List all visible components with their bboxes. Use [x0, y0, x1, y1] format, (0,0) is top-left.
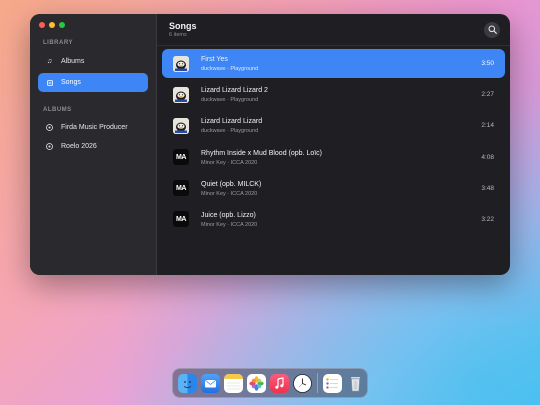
sidebar: LIBRARY ♫ Albums Songs ALBUMS Firda Musi…: [30, 14, 157, 275]
song-list: First Yes duckwave · Playground 3:50 Liz…: [162, 49, 505, 236]
finder-icon[interactable]: [178, 373, 197, 393]
sidebar-item-album-roelo[interactable]: Roelo 2026: [38, 137, 148, 156]
song-artist-album: duckwave · Playground: [201, 66, 259, 72]
song-duration: 2:27: [481, 91, 494, 99]
library-heading: LIBRARY: [43, 40, 73, 46]
header-divider: [157, 45, 510, 46]
window-controls: [39, 22, 65, 28]
song-duration: 3:48: [481, 184, 494, 192]
duck-album-art: [173, 55, 189, 72]
dock: [172, 368, 368, 398]
duck-album-art: [173, 86, 189, 103]
minimize-button[interactable]: [49, 22, 55, 28]
sidebar-item-album-firda[interactable]: Firda Music Producer: [38, 118, 148, 137]
ma-album-art: MA: [173, 180, 189, 197]
disc-icon: [45, 124, 54, 131]
sidebar-item-label: Firda Music Producer: [61, 124, 128, 131]
song-duration: 3:50: [481, 60, 494, 67]
disc-icon: [45, 143, 54, 150]
music-icon[interactable]: [270, 373, 289, 393]
song-artist-album: duckwave · Playground: [201, 97, 259, 104]
song-title: First Yes: [201, 56, 228, 63]
song-list-icon: [45, 79, 54, 86]
song-row[interactable]: MA Juice (opb. Lizzo) Minor Key · ICCA 2…: [162, 205, 505, 234]
item-count: 6 items: [169, 32, 187, 38]
notes-icon[interactable]: [224, 373, 243, 393]
search-icon: [488, 21, 497, 39]
photos-icon[interactable]: [247, 373, 266, 393]
song-row[interactable]: Lizard Lizard Lizard 2 duckwave · Playgr…: [162, 80, 505, 109]
sidebar-item-label: Albums: [61, 58, 85, 65]
song-title: Lizard Lizard Lizard 2: [201, 87, 268, 95]
dock-separator: [317, 373, 318, 393]
song-artist-album: Minor Key · ICCA 2020: [201, 159, 258, 166]
song-duration: 3:22: [481, 215, 494, 223]
song-row[interactable]: MA Quiet (opb. MILCK) Minor Key · ICCA 2…: [162, 174, 505, 203]
page-title: Songs: [169, 21, 197, 31]
sidebar-item-songs[interactable]: Songs: [38, 73, 148, 92]
music-app-window: LIBRARY ♫ Albums Songs ALBUMS Firda Musi…: [30, 14, 510, 275]
search-button[interactable]: [484, 22, 500, 38]
song-title: Juice (opb. Lizzo): [201, 211, 256, 219]
clock-icon[interactable]: [293, 373, 312, 393]
song-title: Quiet (opb. MILCK): [201, 180, 262, 188]
albums-heading: ALBUMS: [43, 107, 72, 113]
song-row[interactable]: First Yes duckwave · Playground 3:50: [162, 49, 505, 78]
song-title: Rhythm Inside x Mud Blood (opb. Loïc): [201, 149, 323, 157]
main-pane: Songs 6 items First Yes duckwave · Playg…: [157, 14, 510, 275]
song-artist-album: duckwave · Playground: [201, 128, 259, 135]
song-row[interactable]: Lizard Lizard Lizard duckwave · Playgrou…: [162, 111, 505, 140]
song-duration: 4:08: [481, 153, 494, 161]
trash-icon[interactable]: [346, 374, 365, 393]
music-note-icon: ♫: [46, 58, 53, 65]
mail-icon[interactable]: [201, 373, 220, 393]
sidebar-item-albums[interactable]: ♫ Albums: [38, 52, 148, 71]
song-artist-album: Minor Key · ICCA 2020: [201, 221, 258, 228]
zoom-button[interactable]: [59, 22, 65, 28]
ma-album-art: MA: [173, 211, 189, 228]
song-row[interactable]: MA Rhythm Inside x Mud Blood (opb. Loïc)…: [162, 143, 505, 172]
song-title: Lizard Lizard Lizard: [201, 118, 263, 126]
sidebar-item-label: Songs: [61, 79, 81, 86]
close-button[interactable]: [39, 22, 45, 28]
song-duration: 2:14: [481, 122, 494, 130]
song-artist-album: Minor Key · ICCA 2020: [201, 190, 258, 197]
duck-album-art: [173, 117, 189, 134]
reminders-icon[interactable]: [323, 373, 342, 393]
sidebar-item-label: Roelo 2026: [61, 143, 97, 150]
ma-album-art: MA: [173, 149, 189, 166]
